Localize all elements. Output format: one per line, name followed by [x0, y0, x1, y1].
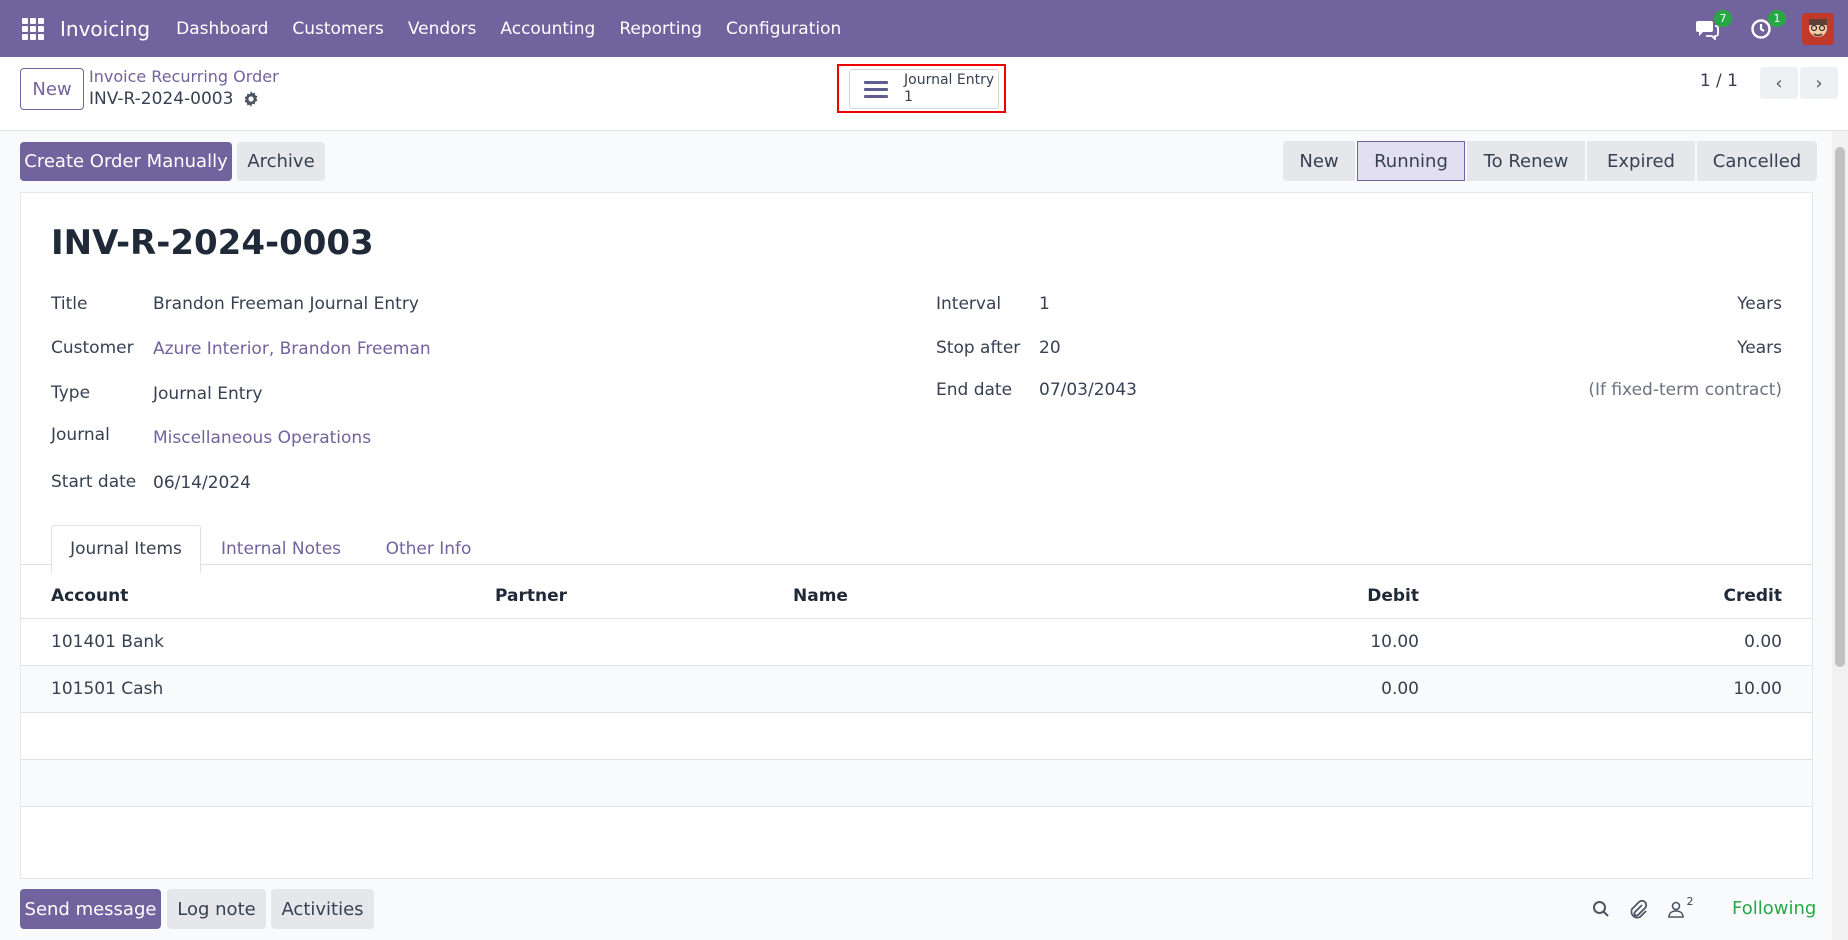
- send-message-button[interactable]: Send message: [20, 889, 161, 929]
- stage-expired[interactable]: Expired: [1587, 141, 1695, 181]
- end-date-hint: (If fixed-term contract): [1588, 380, 1782, 400]
- tab-internal-notes[interactable]: Internal Notes: [206, 525, 356, 573]
- app-brand[interactable]: Invoicing: [60, 17, 150, 41]
- user-icon: [1667, 901, 1684, 918]
- pager-previous-button[interactable]: ‹: [1760, 67, 1798, 99]
- breadcrumb-current-record: INV-R-2024-0003: [89, 89, 259, 109]
- interval-label: Interval: [936, 294, 1002, 314]
- tab-journal-items[interactable]: Journal Items: [51, 525, 201, 573]
- record-name-text: INV-R-2024-0003: [89, 89, 234, 109]
- smart-button-label: Journal Entry: [904, 72, 995, 88]
- new-button[interactable]: New: [20, 68, 84, 110]
- column-partner[interactable]: Partner: [495, 573, 567, 618]
- table-row[interactable]: 101401 Bank 10.00 0.00: [21, 619, 1812, 666]
- journal-items-table: Account Partner Name Debit Credit 101401…: [21, 573, 1812, 807]
- menu-vendors[interactable]: Vendors: [408, 19, 477, 39]
- archive-button[interactable]: Archive: [237, 142, 325, 181]
- page-scrollbar[interactable]: [1832, 131, 1848, 940]
- credit-cell: 10.00: [1733, 679, 1782, 699]
- stage-cancelled[interactable]: Cancelled: [1697, 141, 1817, 181]
- type-label: Type: [51, 383, 91, 403]
- stage-running[interactable]: Running: [1357, 141, 1465, 181]
- activities-badge: 1: [1768, 9, 1786, 27]
- following-button[interactable]: Following: [1732, 898, 1816, 919]
- empty-table-row: [21, 713, 1812, 760]
- customer-label: Customer: [51, 338, 134, 358]
- title-label: Title: [51, 294, 88, 314]
- debit-cell: 0.00: [1381, 679, 1419, 699]
- log-note-button[interactable]: Log note: [167, 889, 266, 929]
- messages-badge: 7: [1714, 9, 1732, 27]
- smart-button-count: 1: [904, 89, 913, 105]
- activities-icon[interactable]: 1: [1748, 9, 1786, 42]
- start-date-label: Start date: [51, 472, 137, 492]
- column-debit[interactable]: Debit: [1367, 573, 1419, 618]
- form-sheet: INV-R-2024-0003 Title Brandon Freeman Jo…: [20, 192, 1813, 879]
- list-icon: [864, 77, 888, 102]
- menu-dashboard[interactable]: Dashboard: [176, 19, 268, 39]
- tab-other-info[interactable]: Other Info: [366, 525, 491, 573]
- journal-entry-smart-button[interactable]: Journal Entry 1: [849, 69, 999, 109]
- user-avatar[interactable]: [1802, 12, 1834, 45]
- table-header: Account Partner Name Debit Credit: [21, 573, 1812, 619]
- pager-value[interactable]: 1 / 1: [1700, 71, 1738, 91]
- followers-count: 2: [1686, 894, 1694, 908]
- pager-next-button[interactable]: ›: [1800, 67, 1838, 99]
- statusbar: New Running To Renew Expired Cancelled: [1283, 141, 1819, 181]
- table-row[interactable]: 101501 Cash 0.00 10.00: [21, 666, 1812, 713]
- control-panel: New Invoice Recurring Order INV-R-2024-0…: [0, 57, 1848, 131]
- interval-unit-field[interactable]: Years: [1737, 294, 1782, 314]
- paperclip-icon[interactable]: [1627, 898, 1649, 920]
- scrollbar-thumb[interactable]: [1835, 147, 1845, 667]
- notebook-tabs: Journal Items Internal Notes Other Info: [21, 525, 1812, 573]
- activities-button[interactable]: Activities: [271, 889, 374, 929]
- chevron-left-icon: ‹: [1775, 72, 1783, 94]
- column-account[interactable]: Account: [51, 573, 128, 618]
- chevron-right-icon: ›: [1815, 72, 1823, 94]
- messages-icon[interactable]: 7: [1694, 9, 1732, 42]
- end-date-field[interactable]: 07/03/2043: [1039, 380, 1137, 400]
- stage-new[interactable]: New: [1283, 141, 1355, 181]
- menu-reporting[interactable]: Reporting: [619, 19, 702, 39]
- menu-customers[interactable]: Customers: [292, 19, 383, 39]
- menu-accounting[interactable]: Accounting: [500, 19, 595, 39]
- create-order-manually-button[interactable]: Create Order Manually: [20, 142, 232, 181]
- journal-field[interactable]: Miscellaneous Operations: [153, 428, 371, 448]
- end-date-label: End date: [936, 380, 1013, 400]
- stop-after-field[interactable]: 20: [1039, 338, 1061, 358]
- top-navbar: Invoicing Dashboard Customers Vendors Ac…: [0, 0, 1848, 57]
- stop-after-unit-field[interactable]: Years: [1737, 338, 1782, 358]
- apps-menu-icon[interactable]: [22, 17, 44, 40]
- menu-configuration[interactable]: Configuration: [726, 19, 841, 39]
- followers-button[interactable]: 2: [1662, 894, 1696, 920]
- account-cell: 101401 Bank: [51, 632, 164, 652]
- empty-table-row: [21, 760, 1812, 807]
- interval-field[interactable]: 1: [1039, 294, 1050, 314]
- search-icon[interactable]: [1590, 898, 1612, 920]
- debit-cell: 10.00: [1370, 632, 1419, 652]
- start-date-field[interactable]: 06/14/2024: [153, 473, 251, 493]
- breadcrumb-invoice-recurring-order[interactable]: Invoice Recurring Order: [89, 67, 279, 86]
- stop-after-label: Stop after: [936, 338, 1021, 358]
- journal-label: Journal: [51, 425, 110, 445]
- smart-button-highlight: Journal Entry 1: [837, 64, 1006, 113]
- column-name[interactable]: Name: [793, 573, 848, 618]
- customer-field[interactable]: Azure Interior, Brandon Freeman: [153, 339, 431, 359]
- gear-icon[interactable]: [243, 91, 259, 107]
- record-title: INV-R-2024-0003: [51, 223, 374, 263]
- title-field[interactable]: Brandon Freeman Journal Entry: [153, 294, 419, 314]
- stage-to-renew[interactable]: To Renew: [1467, 141, 1585, 181]
- credit-cell: 0.00: [1744, 632, 1782, 652]
- type-field[interactable]: Journal Entry: [153, 384, 262, 404]
- column-credit[interactable]: Credit: [1723, 573, 1782, 618]
- account-cell: 101501 Cash: [51, 679, 164, 699]
